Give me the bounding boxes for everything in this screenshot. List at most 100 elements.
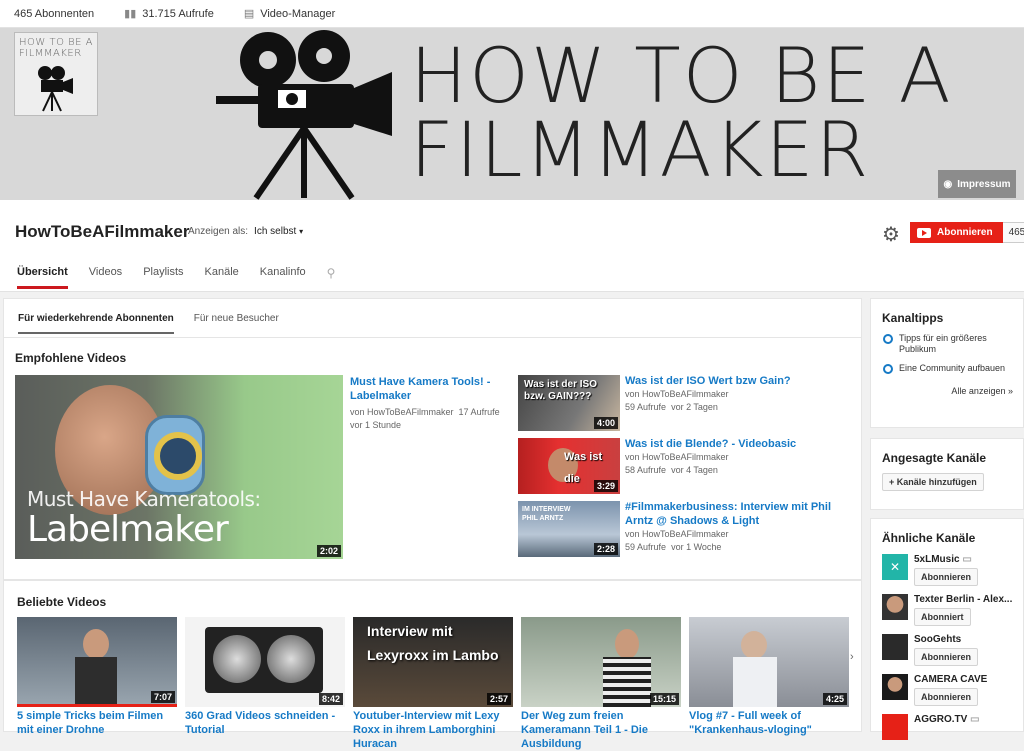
watched-progress-bar [17, 704, 177, 707]
tab-overview[interactable]: Übersicht [17, 266, 68, 289]
add-channels-button[interactable]: + Kanäle hinzufügen [882, 473, 984, 491]
video-channel[interactable]: von HowToBeAFilmmaker [625, 528, 855, 541]
featured-channels-panel: Angesagte Kanäle + Kanäle hinzufügen [870, 438, 1024, 510]
impressum-label: Impressum [957, 178, 1011, 190]
subscribe-button[interactable]: Abonnieren [914, 688, 979, 706]
thumbnail-overlay-text: IM INTERVIEW PHIL ARNTZ [522, 506, 571, 522]
banner-title-line1: HOW TO BE A [410, 31, 953, 120]
video-duration: 2:02 [316, 545, 341, 557]
double-chevron-right-icon: » [1007, 386, 1013, 396]
video-duration: 4:00 [593, 417, 618, 429]
chevron-down-icon: ▾ [299, 227, 304, 236]
video-thumbnail[interactable]: 8:42 [185, 617, 345, 707]
tab-playlists[interactable]: Playlists [143, 266, 183, 289]
channel-avatar[interactable] [882, 634, 908, 660]
video-title[interactable]: 5 simple Tricks beim Filmen mit einer Dr… [17, 709, 177, 737]
related-channels-heading: Ähnliche Kanäle [882, 531, 976, 545]
channel-avatar[interactable] [882, 674, 908, 700]
tip-item[interactable]: Tipps für ein größeres Publikum [871, 331, 1023, 357]
channel-name[interactable]: CAMERA CAVE [914, 674, 987, 685]
channel-avatar[interactable]: HOW TO BE A FILMMAKER [14, 32, 98, 116]
related-channel-item: ✕ 5xLMusic ▭ Abonnieren [871, 551, 1023, 591]
thumbnail-face [615, 629, 639, 659]
channel-name[interactable]: Texter Berlin - Alex... [914, 594, 1012, 605]
video-manager-link[interactable]: ▤ Video-Manager [244, 7, 335, 21]
video-thumbnail[interactable]: Was ist die Blende 3:29 [518, 438, 620, 494]
video-thumbnail[interactable]: 15:15 [521, 617, 681, 707]
video-duration: 2:28 [593, 543, 618, 555]
subscribe-button[interactable]: Abonnieren [914, 648, 979, 666]
show-all-link[interactable]: Alle anzeigen » [871, 376, 1023, 396]
channel-name[interactable]: HowToBeAFilmmaker [15, 222, 189, 242]
thumbnail-overlay-text: Must Have Kameratools: [27, 487, 261, 511]
video-title[interactable]: 360 Grad Videos schneiden - Tutorial [185, 709, 345, 737]
impressum-button[interactable]: ◉ Impressum [938, 170, 1016, 198]
tip-item[interactable]: Eine Community aufbauen [871, 361, 1023, 376]
video-title[interactable]: Der Weg zum freien Kameramann Teil 1 - D… [521, 709, 681, 751]
featured-video-thumbnail[interactable]: Must Have Kameratools: Labelmaker 2:02 [15, 375, 343, 559]
show-all-label: Alle anzeigen [951, 386, 1006, 396]
video-age: vor 2 Tagen [671, 402, 718, 412]
video-channel[interactable]: von HowToBeAFilmmaker [625, 388, 855, 401]
channel-avatar[interactable] [882, 594, 908, 620]
channel-name[interactable]: AGGRO.TV [914, 714, 967, 725]
video-title[interactable]: Vlog #7 - Full week of "Krankenhaus-vlog… [689, 709, 849, 737]
video-title[interactable]: #Filmmakerbusiness: Interview mit Phil A… [625, 500, 855, 528]
video-thumbnail[interactable]: 7:07 [17, 617, 177, 707]
channel-avatar[interactable]: ✕ [882, 554, 908, 580]
audience-tabs: Für wiederkehrende Abonnenten Für neue B… [18, 313, 299, 334]
search-icon[interactable]: ⚲ [327, 266, 336, 289]
video-title[interactable]: Youtuber-Interview mit Lexy Roxx in ihre… [353, 709, 513, 751]
video-age: vor 1 Stunde [350, 420, 402, 430]
views-count[interactable]: ▮▮ 31.715 Aufrufe [124, 7, 214, 21]
video-duration: 4:25 [822, 693, 847, 705]
subscribe-button[interactable]: Abonnieren [914, 568, 979, 586]
channel-name[interactable]: SooGehts [914, 634, 978, 645]
video-thumbnail[interactable]: Interview mit Lexyroxx im Lambo 2:57 [353, 617, 513, 707]
popular-videos-section: Beliebte Videos 7:07 5 simple Tricks bei… [3, 580, 862, 750]
camera-logo-icon [38, 66, 73, 112]
gear-icon[interactable]: ⚙ [882, 222, 900, 247]
views-count-label: 31.715 Aufrufe [142, 7, 214, 20]
divider [4, 337, 861, 338]
video-title[interactable]: Was ist die Blende? - Videobasic [625, 437, 855, 451]
video-channel[interactable]: von HowToBeAFilmmaker [350, 407, 454, 417]
view-as-dropdown[interactable]: Ich selbst ▾ [254, 226, 303, 237]
video-meta: Was ist die Blende? - Videobasic von How… [625, 437, 855, 477]
video-age: vor 1 Woche [671, 542, 722, 552]
subscriber-count[interactable]: 465 Abonnenten [14, 8, 94, 20]
tab-new-visitors[interactable]: Für neue Besucher [194, 313, 279, 334]
video-thumbnail[interactable]: IM INTERVIEW PHIL ARNTZ 2:28 [518, 501, 620, 557]
tab-about[interactable]: Kanalinfo [260, 266, 306, 289]
video-meta: Was ist der ISO Wert bzw Gain? von HowTo… [625, 374, 855, 414]
featured-video-title[interactable]: Must Have Kamera Tools! - Labelmaker [350, 375, 510, 403]
banner-title-line2: FILMMAKER [410, 105, 871, 194]
avatar-text-line2: FILMMAKER [19, 48, 82, 59]
video-title[interactable]: Was ist der ISO Wert bzw Gain? [625, 374, 855, 388]
video-thumbnail[interactable]: Was ist der ISO bzw. GAIN??? 4:00 [518, 375, 620, 431]
thumbnail-overlay-text: Was ist der ISO bzw. GAIN??? [524, 379, 597, 402]
channel-avatar[interactable] [882, 714, 908, 740]
related-channel-item: SooGehts Abonnieren [871, 631, 1023, 671]
featured-heading: Empfohlene Videos [15, 351, 127, 365]
channel-header: HowToBeAFilmmaker Anzeigen als: Ich selbs… [0, 200, 1024, 292]
thumbnail-sphere-left [213, 635, 261, 683]
chevron-right-icon[interactable]: › [850, 651, 854, 663]
subscribe-label: Abonnieren [937, 227, 993, 238]
verified-icon: ▭ [970, 714, 980, 725]
video-duration: 15:15 [649, 693, 679, 705]
tab-returning-subscribers[interactable]: Für wiederkehrende Abonnenten [18, 313, 174, 334]
subscribed-button[interactable]: Abonniert [914, 608, 971, 626]
video-views: 58 Aufrufe [625, 465, 667, 475]
channel-name[interactable]: 5xLMusic [914, 554, 960, 565]
video-channel[interactable]: von HowToBeAFilmmaker [625, 451, 855, 464]
video-thumbnail[interactable]: 4:25 [689, 617, 849, 707]
related-channels-panel: Ähnliche Kanäle ✕ 5xLMusic ▭ Abonnieren T… [870, 518, 1024, 740]
related-channel-item: Texter Berlin - Alex... Abonniert [871, 591, 1023, 631]
subscribe-button[interactable]: Abonnieren [910, 222, 1003, 243]
thumbnail-body [733, 657, 777, 707]
tab-videos[interactable]: Videos [89, 266, 122, 289]
tab-channels[interactable]: Kanäle [205, 266, 239, 289]
youtube-play-icon [917, 227, 931, 238]
featured-section: Für wiederkehrende Abonnenten Für neue B… [3, 298, 862, 580]
